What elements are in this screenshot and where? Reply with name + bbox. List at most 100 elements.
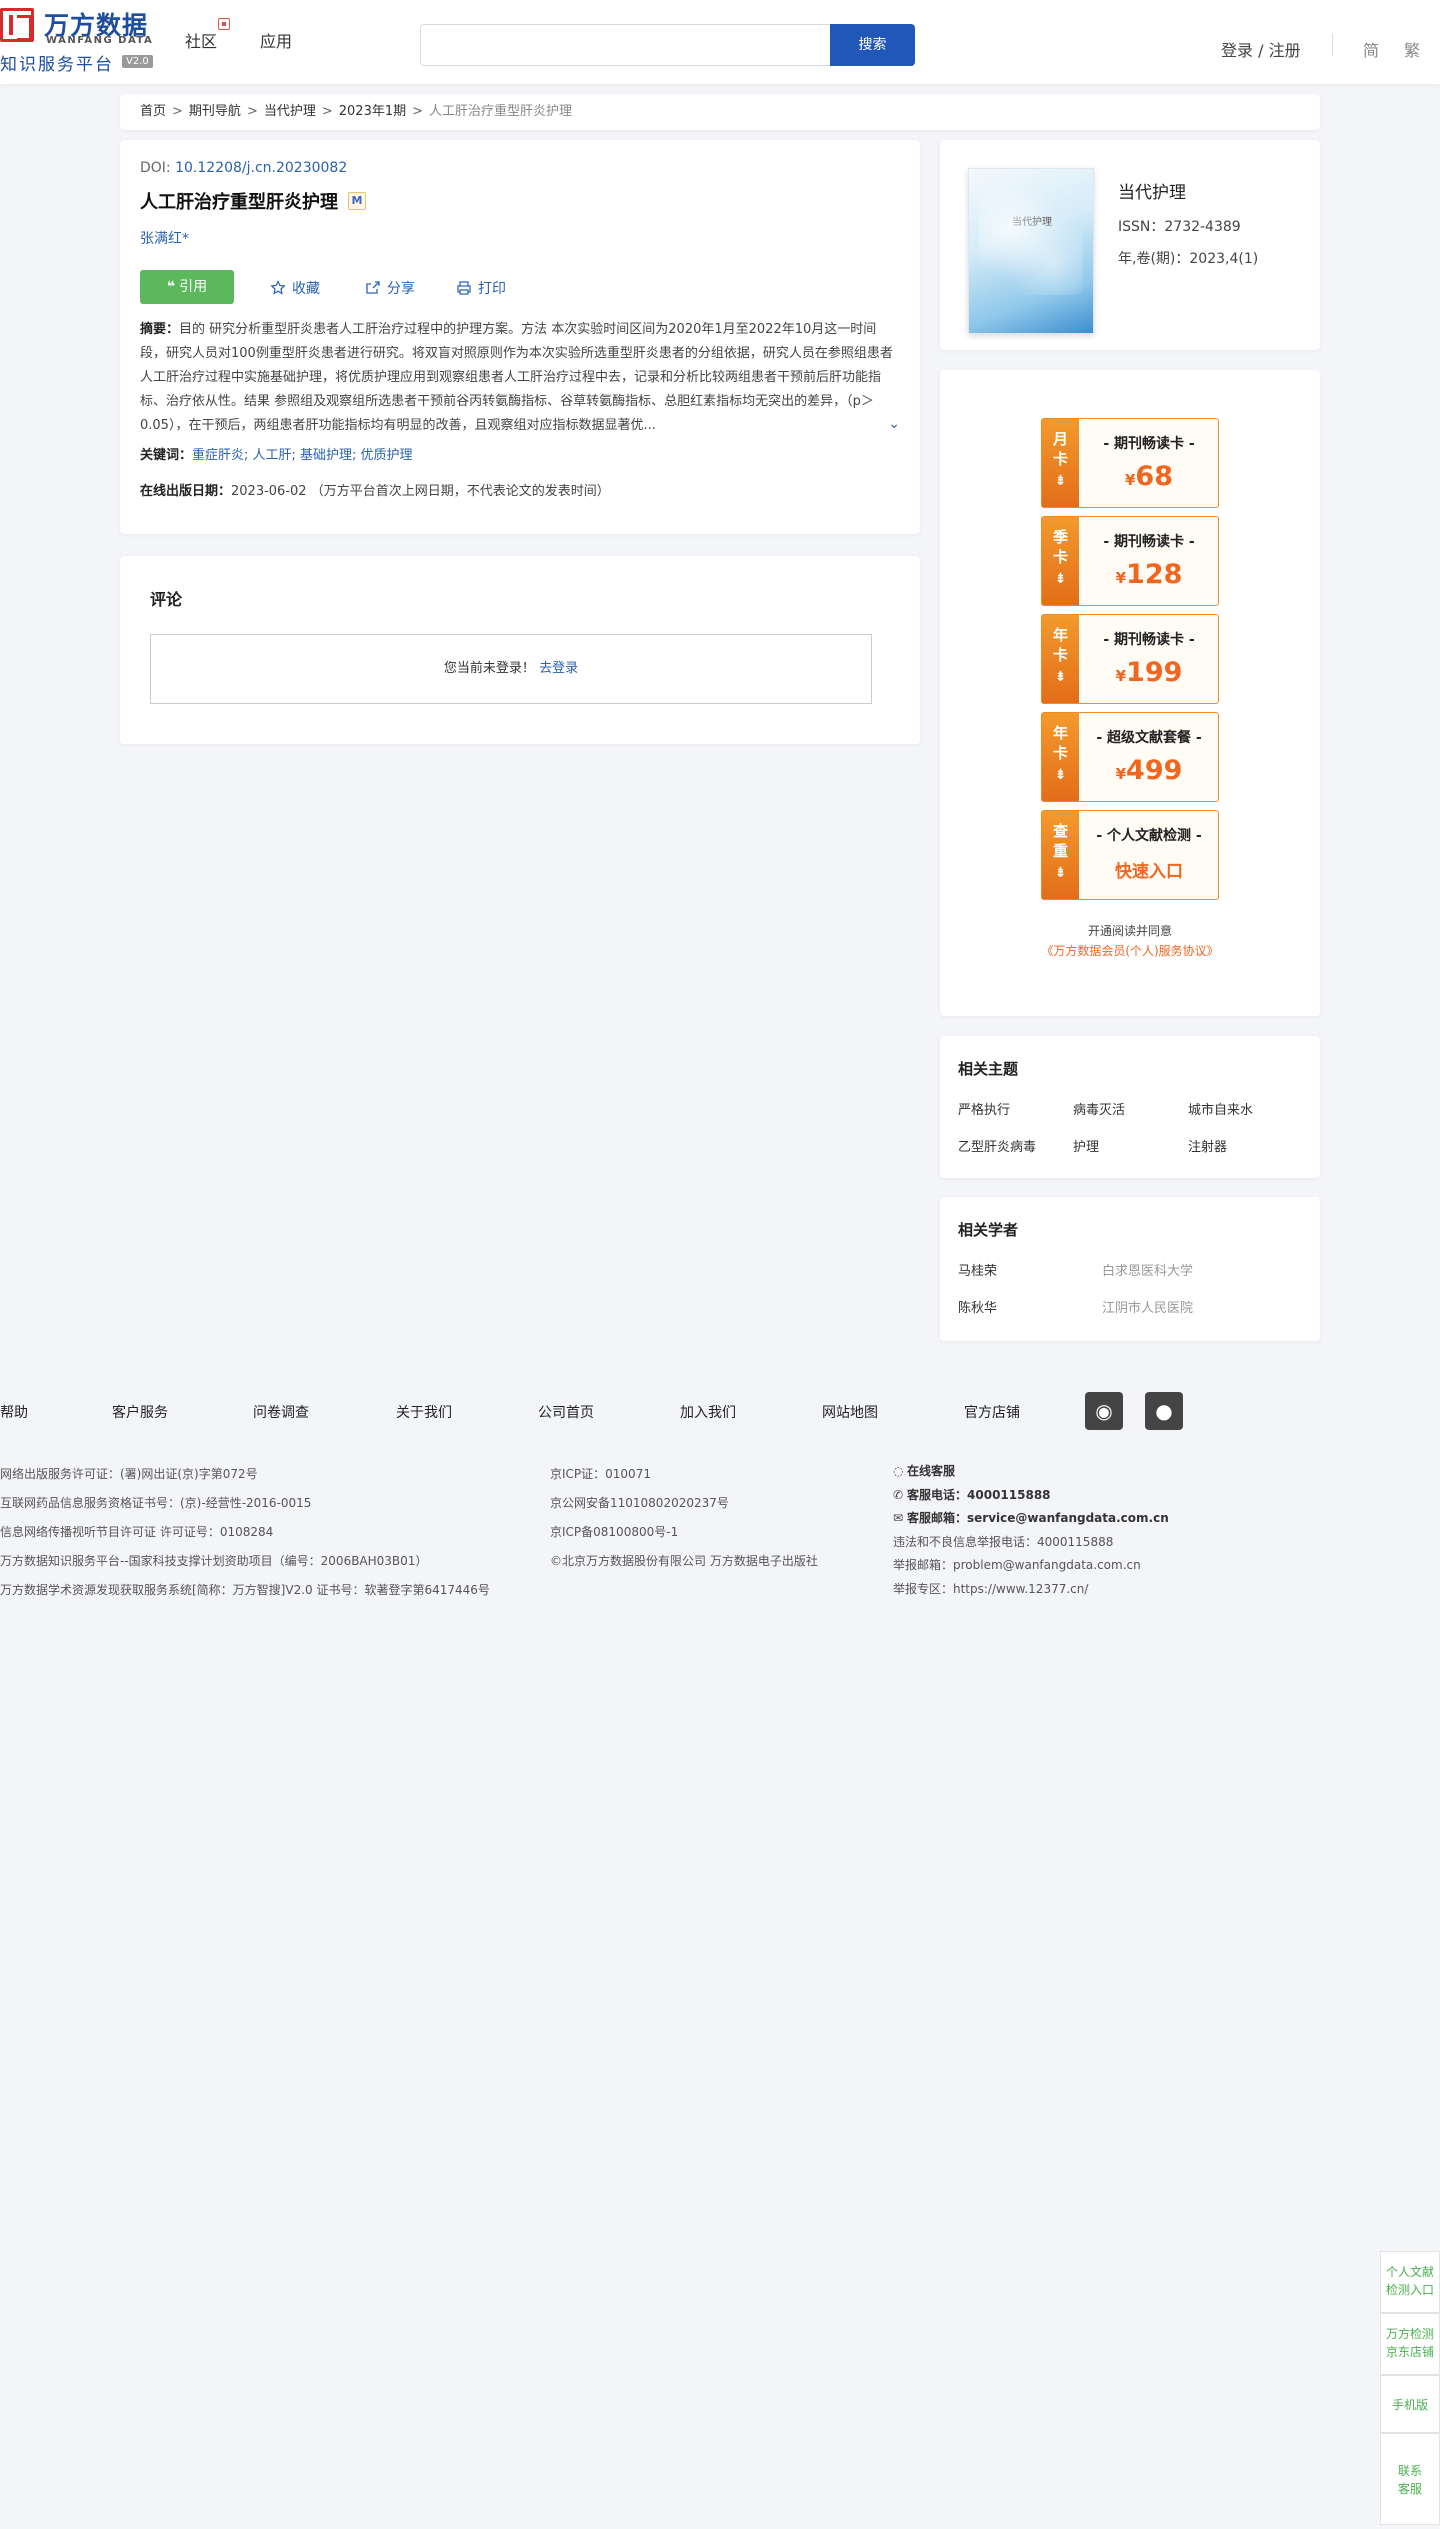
- article-actions: ❝ 引用 收藏 分享 打印: [140, 270, 900, 304]
- pubdate-value: 2023-06-02 （万方平台首次上网日期，不代表论文的发表时间）: [231, 484, 610, 499]
- comments-title: 评论: [150, 590, 183, 609]
- search-button[interactable]: 搜索: [830, 24, 915, 66]
- favorite-button[interactable]: 收藏: [270, 278, 320, 298]
- lang-simplified[interactable]: 简: [1363, 37, 1379, 61]
- keywords-label: 关键词：: [140, 448, 193, 463]
- scholar-name[interactable]: 陈秋华: [958, 1297, 1102, 1316]
- offer-quarterly-card[interactable]: 季卡 ⇟ - 期刊畅读卡 - ¥128: [1041, 516, 1219, 606]
- topic-item[interactable]: 护理: [1073, 1136, 1188, 1155]
- breadcrumb-separator: >: [172, 104, 183, 119]
- comments-card: 评论 您当前未登录！ 去登录: [120, 556, 920, 744]
- phone-value: 4000115888: [967, 1487, 1051, 1502]
- abstract-label: 摘要：: [140, 322, 180, 337]
- article-title: 人工肝治疗重型肝炎护理: [140, 192, 338, 213]
- scholar-org[interactable]: 江阴市人民医院: [1102, 1297, 1193, 1316]
- print-button[interactable]: 打印: [456, 278, 506, 298]
- offer-name: - 期刊畅读卡 -: [1103, 632, 1195, 648]
- report-email[interactable]: 举报邮箱：problem@wanfangdata.com.cn: [893, 1554, 1169, 1578]
- doi-line: DOI: 10.12208/j.cn.20230082: [140, 160, 900, 176]
- scholar-name[interactable]: 马桂荣: [958, 1260, 1102, 1279]
- cite-button[interactable]: ❝ 引用: [140, 270, 234, 304]
- double-arrow-down-icon: ⇟: [1054, 767, 1067, 783]
- side-label: 万方检测: [1385, 2327, 1434, 2341]
- phone-icon: ✆: [893, 1487, 904, 1502]
- keywords-row: 关键词：重症肝炎; 人工肝; 基础护理; 优质护理: [140, 446, 900, 466]
- footer-link-about[interactable]: 关于我们: [396, 1402, 452, 1422]
- breadcrumb-journals[interactable]: 期刊导航: [189, 104, 241, 119]
- mendeley-icon[interactable]: M: [348, 192, 366, 210]
- author-link[interactable]: 张满红*: [140, 228, 900, 248]
- topic-item[interactable]: 病毒灭活: [1073, 1099, 1188, 1118]
- offer-super-package[interactable]: 年卡 ⇟ - 超级文献套餐 - ¥499: [1041, 712, 1219, 802]
- registration-line[interactable]: 京ICP证：010071: [550, 1460, 818, 1489]
- breadcrumb-journal[interactable]: 当代护理: [264, 104, 316, 119]
- share-icon: [366, 281, 380, 294]
- chevron-down-icon[interactable]: ⌄: [888, 412, 900, 436]
- search-input[interactable]: [420, 24, 830, 66]
- offer-yearly-card[interactable]: 年卡 ⇟ - 期刊畅读卡 - ¥199: [1041, 614, 1219, 704]
- footer-link-official-store[interactable]: 官方店铺: [964, 1402, 1020, 1422]
- login-register-link[interactable]: 登录 / 注册: [1221, 37, 1301, 61]
- online-service-row[interactable]: ◌ 在线客服: [893, 1460, 1169, 1484]
- comments-login-link[interactable]: 去登录: [539, 661, 578, 676]
- wanfang-logo[interactable]: 万方数据 WANFANG DATA 知识服务平台 V2.0: [0, 8, 160, 75]
- price-value: 68: [1135, 461, 1173, 492]
- wechat-icon[interactable]: ●: [1145, 1392, 1183, 1430]
- side-label: 个人文献: [1385, 2265, 1434, 2279]
- offer-name: - 期刊畅读卡 -: [1103, 436, 1195, 452]
- offer-tab: 月卡 ⇟: [1042, 419, 1079, 507]
- journal-name[interactable]: 当代护理: [1118, 178, 1186, 203]
- footer-link-customer-service[interactable]: 客户服务: [112, 1402, 168, 1422]
- registration-line[interactable]: 京ICP备08100800号-1: [550, 1518, 818, 1547]
- scholar-row: 马桂荣 白求恩医科大学: [958, 1260, 1302, 1279]
- footer-link-survey[interactable]: 问卷调查: [253, 1402, 309, 1422]
- cover-title: 当代护理: [1012, 217, 1052, 228]
- scholar-org[interactable]: 白求恩医科大学: [1102, 1260, 1193, 1279]
- footer-link-help[interactable]: 帮助: [0, 1402, 28, 1422]
- offer-name: - 超级文献套餐 -: [1096, 730, 1202, 746]
- side-plagiarism-entry[interactable]: 个人文献 检测入口: [1380, 2251, 1440, 2313]
- side-jd-store[interactable]: 万方检测 京东店铺: [1380, 2313, 1440, 2375]
- logo-english: WANFANG DATA: [46, 35, 154, 46]
- journal-cover[interactable]: 当代护理: [968, 168, 1094, 334]
- footer-link-company-home[interactable]: 公司首页: [538, 1402, 594, 1422]
- report-zone[interactable]: 举报专区：https://www.12377.cn/: [893, 1578, 1169, 1602]
- email-row: ✉ 客服邮箱：service@wanfangdata.com.cn: [893, 1507, 1169, 1531]
- keywords-links[interactable]: 重症肝炎; 人工肝; 基础护理; 优质护理: [192, 448, 413, 463]
- agreement-link[interactable]: 《万方数据会员(个人)服务协议》: [940, 942, 1320, 959]
- related-topics-title: 相关主题: [958, 1060, 1019, 1078]
- currency-symbol: ¥: [1124, 471, 1136, 489]
- topic-item[interactable]: 城市自来水: [1188, 1099, 1298, 1118]
- related-topics: 相关主题 严格执行 病毒灭活 城市自来水 乙型肝炎病毒 护理 注射器: [940, 1036, 1320, 1178]
- nav-community[interactable]: 社区: [185, 28, 217, 52]
- share-button[interactable]: 分享: [365, 278, 415, 298]
- lang-traditional[interactable]: 繁: [1404, 37, 1420, 61]
- side-mobile-version[interactable]: 手机版: [1380, 2375, 1440, 2433]
- version-badge: V2.0: [122, 55, 153, 68]
- topic-item[interactable]: 注射器: [1188, 1136, 1298, 1155]
- topic-item[interactable]: 乙型肝炎病毒: [958, 1136, 1073, 1155]
- breadcrumb-current: 人工肝治疗重型肝炎护理: [429, 104, 573, 119]
- journal-card: 当代护理 当代护理 ISSN：2732-4389 年,卷(期)：2023,4(1…: [940, 140, 1320, 350]
- breadcrumb-home[interactable]: 首页: [140, 104, 166, 119]
- breadcrumb-issue[interactable]: 2023年1期: [339, 104, 406, 119]
- favorite-label: 收藏: [292, 281, 320, 297]
- offer-plagiarism-check[interactable]: 查重 ⇟ - 个人文献检测 - 快速入口: [1041, 810, 1219, 900]
- comments-login-box: 您当前未登录！ 去登录: [150, 634, 872, 704]
- footer-link-sitemap[interactable]: 网站地图: [822, 1402, 878, 1422]
- doi-link[interactable]: 10.12208/j.cn.20230082: [175, 160, 347, 176]
- footer-link-join-us[interactable]: 加入我们: [680, 1402, 736, 1422]
- email-value[interactable]: service@wanfangdata.com.cn: [967, 1511, 1169, 1525]
- side-label: 联系: [1397, 2464, 1422, 2478]
- weibo-icon[interactable]: ◉: [1085, 1392, 1123, 1430]
- registration-line[interactable]: 京公网安备11010802020237号: [550, 1489, 818, 1518]
- currency-symbol: ¥: [1115, 569, 1127, 587]
- double-arrow-down-icon: ⇟: [1054, 865, 1067, 881]
- topic-item[interactable]: 严格执行: [958, 1099, 1073, 1118]
- offer-monthly-card[interactable]: 月卡 ⇟ - 期刊畅读卡 - ¥68: [1041, 418, 1219, 508]
- nav-apps[interactable]: 应用: [260, 28, 292, 52]
- license-line: 互联网药品信息服务资格证书号：(京)-经营性-2016-0015: [0, 1496, 312, 1510]
- offer-tab: 查重 ⇟: [1042, 811, 1079, 899]
- price-value: 199: [1126, 657, 1183, 688]
- side-contact-service[interactable]: 联系 客服: [1380, 2433, 1440, 2525]
